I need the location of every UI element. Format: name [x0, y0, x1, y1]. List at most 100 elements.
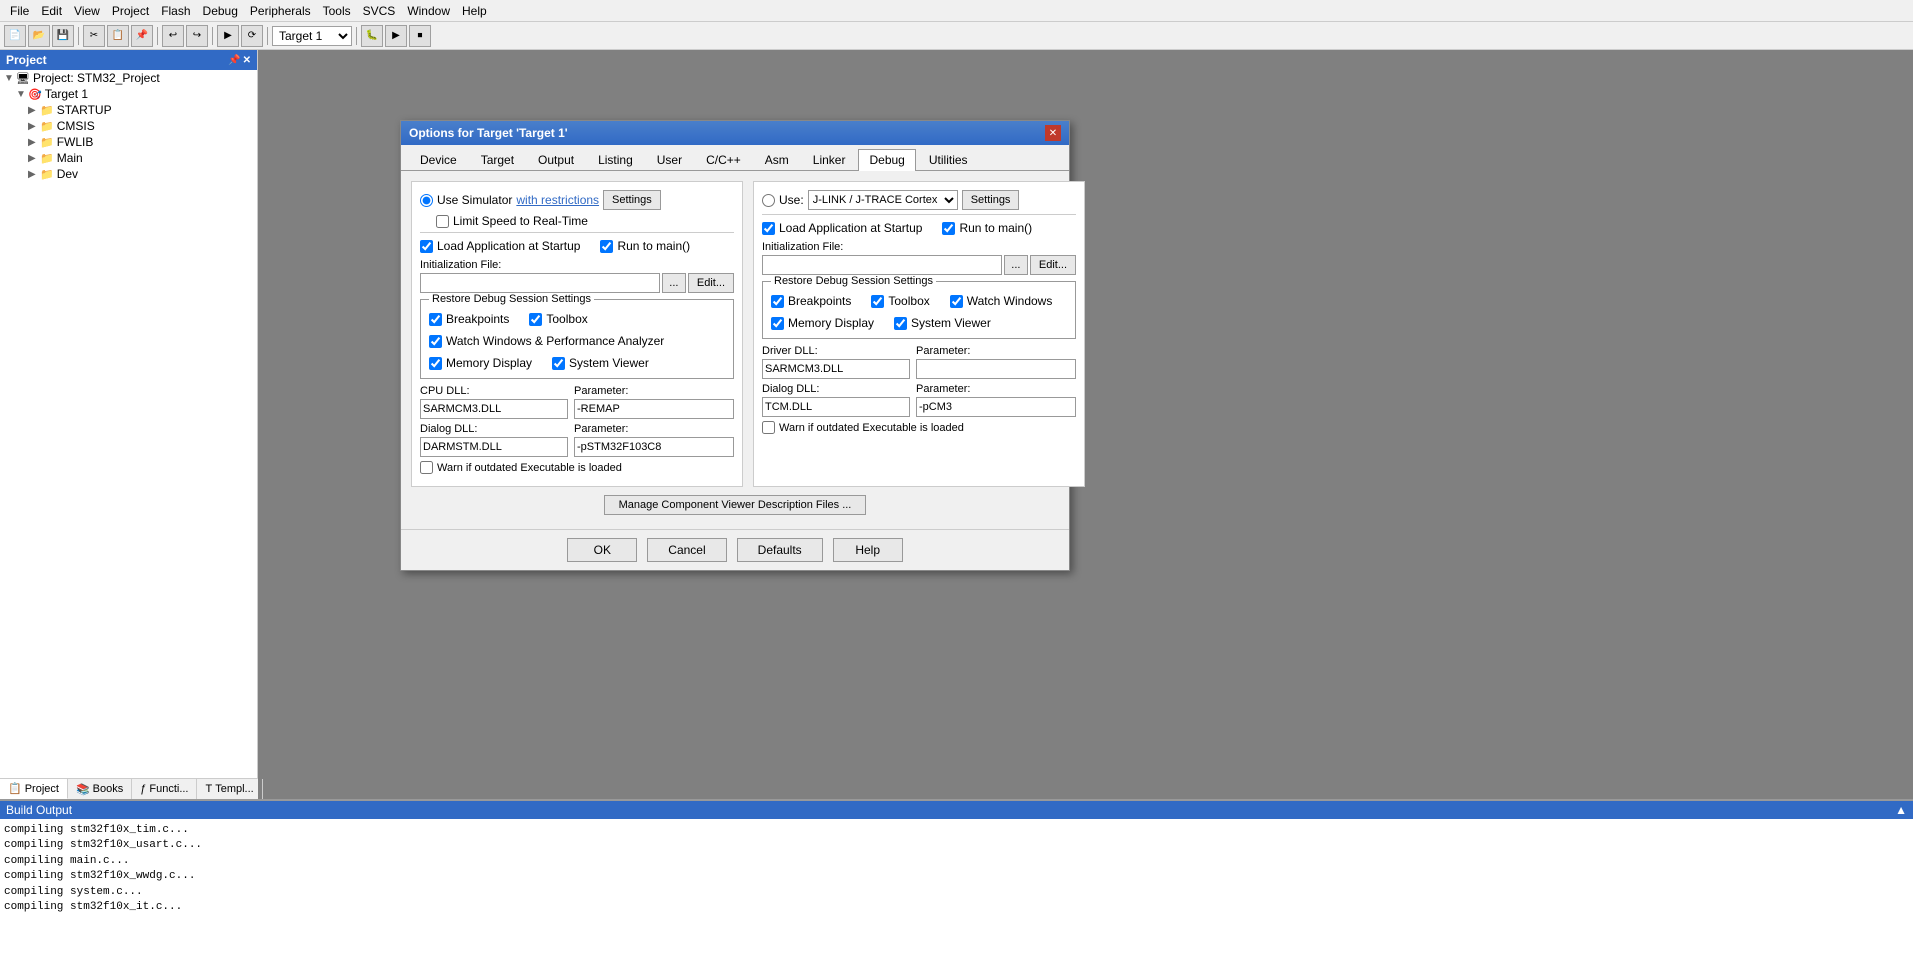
driver-dll-input[interactable] — [762, 359, 910, 379]
ok-button[interactable]: OK — [567, 538, 637, 562]
tree-item-startup[interactable]: ▶ 📁 STARTUP — [0, 102, 257, 118]
expand-dev[interactable]: ▶ — [28, 169, 40, 180]
toolbox-checkbox-right[interactable] — [871, 295, 884, 308]
menu-help[interactable]: Help — [456, 2, 493, 20]
menu-edit[interactable]: Edit — [35, 2, 68, 20]
load-app-checkbox-left[interactable] — [420, 240, 433, 253]
menu-tools[interactable]: Tools — [317, 2, 357, 20]
tab-utilities[interactable]: Utilities — [918, 149, 979, 170]
tab-target[interactable]: Target — [470, 149, 525, 170]
init-file-browse-right[interactable]: ... — [1004, 255, 1028, 275]
menu-svcs[interactable]: SVCS — [357, 2, 402, 20]
tree-item-dev[interactable]: ▶ 📁 Dev — [0, 166, 257, 182]
tab-books[interactable]: 📚 Books — [68, 779, 132, 799]
tab-user[interactable]: User — [646, 149, 693, 170]
tab-debug[interactable]: Debug — [858, 149, 915, 171]
tab-linker[interactable]: Linker — [802, 149, 857, 170]
menu-flash[interactable]: Flash — [155, 2, 196, 20]
target-select[interactable]: Target 1 — [272, 26, 352, 46]
tab-cpp[interactable]: C/C++ — [695, 149, 752, 170]
run-to-main-checkbox-left[interactable] — [600, 240, 613, 253]
menu-window[interactable]: Window — [401, 2, 456, 20]
dialog-param-input-right[interactable] — [916, 397, 1076, 417]
breakpoints-checkbox-right[interactable] — [771, 295, 784, 308]
defaults-button[interactable]: Defaults — [737, 538, 823, 562]
tree-item-fwlib[interactable]: ▶ 📁 FWLIB — [0, 134, 257, 150]
cut-btn[interactable]: ✂ — [83, 25, 105, 47]
sidebar-close-icon[interactable]: ✕ — [243, 55, 251, 66]
tree-item-cmsis[interactable]: ▶ 📁 CMSIS — [0, 118, 257, 134]
use-settings-btn[interactable]: Settings — [962, 190, 1020, 210]
system-viewer-checkbox-right[interactable] — [894, 317, 907, 330]
tab-templates[interactable]: T Templ... — [197, 779, 262, 799]
watch-windows-checkbox-left[interactable] — [429, 335, 442, 348]
build-output-expand-icon[interactable]: ▲ — [1895, 803, 1907, 817]
run-btn[interactable]: ▶ — [385, 25, 407, 47]
menu-project[interactable]: Project — [106, 2, 155, 20]
save-btn[interactable]: 💾 — [52, 25, 74, 47]
build-btn[interactable]: ▶ — [217, 25, 239, 47]
use-select[interactable]: J-LINK / J-TRACE Cortex — [808, 190, 958, 210]
init-file-edit-right[interactable]: Edit... — [1030, 255, 1076, 275]
paste-btn[interactable]: 📌 — [131, 25, 153, 47]
expand-startup[interactable]: ▶ — [28, 105, 40, 116]
tab-device[interactable]: Device — [409, 149, 468, 170]
toolbox-checkbox-left[interactable] — [529, 313, 542, 326]
menu-debug[interactable]: Debug — [197, 2, 244, 20]
memory-display-checkbox-right[interactable] — [771, 317, 784, 330]
tree-item-project[interactable]: ▼ 🖥 Project: STM32_Project — [0, 70, 257, 86]
dialog-close-button[interactable]: ✕ — [1045, 125, 1061, 141]
expand-main[interactable]: ▶ — [28, 153, 40, 164]
manage-component-viewer-btn[interactable]: Manage Component Viewer Description File… — [604, 495, 867, 515]
cpu-param-input[interactable] — [574, 399, 734, 419]
driver-param-input[interactable] — [916, 359, 1076, 379]
redo-btn[interactable]: ↪ — [186, 25, 208, 47]
warn-outdated-checkbox-right[interactable] — [762, 421, 775, 434]
menu-file[interactable]: File — [4, 2, 35, 20]
system-viewer-checkbox-left[interactable] — [552, 357, 565, 370]
dialog-dll-input-left[interactable] — [420, 437, 568, 457]
expand-project[interactable]: ▼ — [4, 73, 16, 84]
stop-btn[interactable]: ⏹ — [409, 25, 431, 47]
simulator-radio[interactable] — [420, 194, 433, 207]
debug-btn[interactable]: 🐛 — [361, 25, 383, 47]
tab-project[interactable]: 📋 Project — [0, 779, 68, 799]
rebuild-btn[interactable]: ⟳ — [241, 25, 263, 47]
menu-view[interactable]: View — [68, 2, 106, 20]
with-restrictions-link[interactable]: with restrictions — [516, 193, 599, 207]
help-button[interactable]: Help — [833, 538, 903, 562]
cpu-dll-input[interactable] — [420, 399, 568, 419]
menu-peripherals[interactable]: Peripherals — [244, 2, 317, 20]
memory-display-checkbox-left[interactable] — [429, 357, 442, 370]
tab-output[interactable]: Output — [527, 149, 585, 170]
tab-asm[interactable]: Asm — [754, 149, 800, 170]
tree-item-main[interactable]: ▶ 📁 Main — [0, 150, 257, 166]
copy-btn[interactable]: 📋 — [107, 25, 129, 47]
tab-functions[interactable]: ƒ Functi... — [132, 779, 197, 799]
limit-speed-checkbox[interactable] — [436, 215, 449, 228]
use-radio[interactable] — [762, 194, 775, 207]
warn-outdated-checkbox-left[interactable] — [420, 461, 433, 474]
target-icon: 🎯 — [28, 88, 42, 101]
simulator-settings-btn[interactable]: Settings — [603, 190, 661, 210]
breakpoints-checkbox-left[interactable] — [429, 313, 442, 326]
cancel-button[interactable]: Cancel — [647, 538, 726, 562]
dialog-dll-input-right[interactable] — [762, 397, 910, 417]
tab-listing[interactable]: Listing — [587, 149, 644, 170]
new-file-btn[interactable]: 📄 — [4, 25, 26, 47]
run-to-main-checkbox-right[interactable] — [942, 222, 955, 235]
open-btn[interactable]: 📂 — [28, 25, 50, 47]
watch-windows-checkbox-right[interactable] — [950, 295, 963, 308]
init-file-input-left[interactable] — [420, 273, 660, 293]
init-file-edit-left[interactable]: Edit... — [688, 273, 734, 293]
undo-btn[interactable]: ↩ — [162, 25, 184, 47]
load-app-checkbox-right[interactable] — [762, 222, 775, 235]
expand-fwlib[interactable]: ▶ — [28, 137, 40, 148]
init-file-input-right[interactable] — [762, 255, 1002, 275]
expand-cmsis[interactable]: ▶ — [28, 121, 40, 132]
tree-item-target1[interactable]: ▼ 🎯 Target 1 — [0, 86, 257, 102]
dialog-param-input-left[interactable] — [574, 437, 734, 457]
sidebar-pin-icon[interactable]: 📌 — [228, 55, 240, 66]
expand-target1[interactable]: ▼ — [16, 89, 28, 100]
init-file-browse-left[interactable]: ... — [662, 273, 686, 293]
